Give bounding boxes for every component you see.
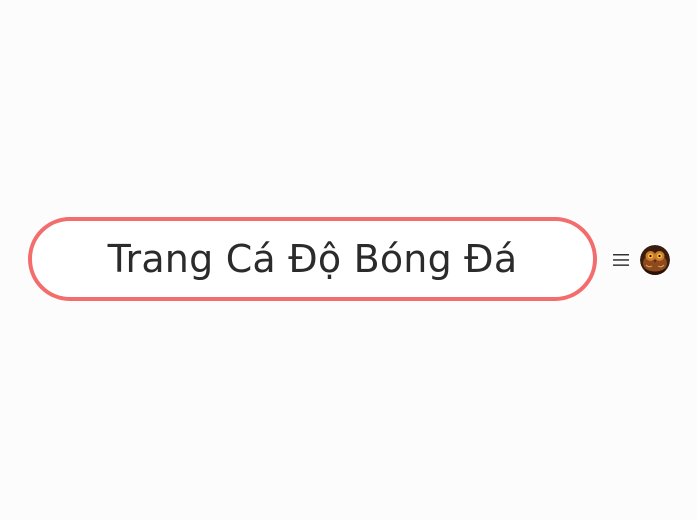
central-topic-node[interactable]: Trang Cá Độ Bóng Đá (28, 217, 597, 301)
mind-map-canvas[interactable]: Trang Cá Độ Bóng Đá (0, 0, 697, 520)
hamburger-menu-icon[interactable] (610, 249, 632, 271)
owl-avatar-icon[interactable] (640, 245, 670, 275)
central-topic-title: Trang Cá Độ Bóng Đá (107, 237, 518, 281)
node-tools (610, 244, 670, 276)
